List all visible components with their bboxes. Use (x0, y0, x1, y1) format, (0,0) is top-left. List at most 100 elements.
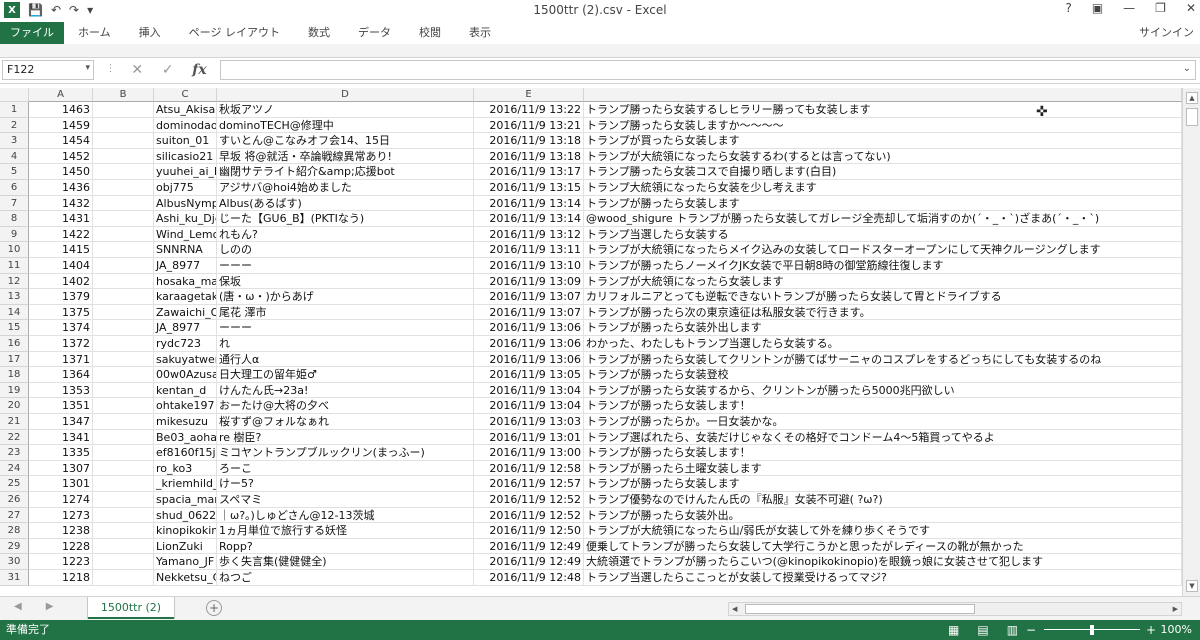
tab-data[interactable]: データ (344, 22, 405, 44)
row-header[interactable]: 26 (0, 492, 29, 508)
cell-c[interactable]: dominodaos (154, 117, 217, 134)
cell-b[interactable] (93, 148, 154, 165)
cell-e[interactable]: 2016/11/9 12:52 (474, 507, 584, 524)
cell-b[interactable] (93, 289, 154, 305)
page-layout-view-icon[interactable]: ▤ (977, 620, 988, 640)
add-sheet-icon[interactable]: + (206, 600, 222, 616)
tab-home[interactable]: ホーム (64, 22, 125, 44)
tab-review[interactable]: 校閲 (405, 22, 455, 44)
formula-input[interactable]: ⌄ (220, 60, 1196, 80)
cell-f[interactable]: 大統領選でトランプが勝ったらこいつ(@kinopikokinopio)を眼鏡っ娘… (584, 554, 1182, 570)
cell-f[interactable]: トランプ勝ったら女装するしヒラリー勝っても女装します (584, 102, 1182, 118)
cell-a[interactable]: 1436 (29, 180, 93, 196)
cell-b[interactable] (93, 226, 154, 243)
cell-a[interactable]: 1353 (29, 382, 93, 399)
column-header[interactable]: D (217, 88, 474, 102)
cell-e[interactable]: 2016/11/9 13:01 (474, 429, 584, 446)
cell-a[interactable]: 1454 (29, 133, 93, 149)
cell-f[interactable]: トランプ当選したら女装する (584, 226, 1182, 243)
cell-d[interactable]: けんたん氏→23a! (217, 382, 474, 399)
cell-f[interactable]: トランプが勝ったら次の東京遠征は私服女装で行きます。 (584, 304, 1182, 321)
cell-a[interactable]: 1415 (29, 242, 93, 258)
cell-c[interactable]: rydc723 (154, 336, 217, 352)
chevron-down-icon[interactable]: ▾ (85, 63, 90, 73)
cell-b[interactable] (93, 102, 154, 118)
row-header[interactable]: 5 (0, 164, 29, 180)
cell-f[interactable]: トランプが買ったら女装します (584, 133, 1182, 149)
cell-d[interactable]: 歩く失言集(健健健全) (217, 554, 474, 570)
row-header[interactable]: 23 (0, 445, 29, 461)
cell-a[interactable]: 1375 (29, 304, 93, 321)
cell-d[interactable]: れ (217, 336, 474, 352)
signin-link[interactable]: サインイン (1139, 22, 1194, 44)
cell-a[interactable]: 1341 (29, 429, 93, 446)
scroll-right-icon[interactable]: ▶ (1173, 603, 1178, 615)
row-header[interactable]: 30 (0, 554, 29, 570)
row-header[interactable]: 14 (0, 304, 29, 321)
cell-c[interactable]: Zawaichi_O (154, 304, 217, 321)
cell-c[interactable]: ohtake197 (154, 398, 217, 414)
scroll-up-icon[interactable]: ▲ (1186, 92, 1198, 104)
vertical-scrollbar[interactable]: ▲ ▼ (1182, 88, 1200, 596)
column-header[interactable]: A (29, 88, 93, 102)
cell-c[interactable]: sakuyatwer (154, 351, 217, 368)
cell-e[interactable]: 2016/11/9 13:22 (474, 102, 584, 118)
cell-b[interactable] (93, 211, 154, 227)
cell-f[interactable]: @wood_shigure トランプが勝ったら女装してガレージ全売却して垢消すの… (584, 211, 1182, 227)
row-header[interactable]: 16 (0, 336, 29, 352)
cell-f[interactable]: トランプ大統領になったら女装を少し考えます (584, 180, 1182, 196)
cell-c[interactable]: kentan_d (154, 382, 217, 399)
cell-f[interactable]: トランプ勝ったら女装コスで自撮り晒します(白目) (584, 164, 1182, 180)
cell-f[interactable]: トランプ勝ったら女装しますか～～～～ (584, 117, 1182, 134)
row-header[interactable]: 2 (0, 117, 29, 134)
row-header[interactable]: 10 (0, 242, 29, 258)
cell-a[interactable]: 1372 (29, 336, 93, 352)
cell-b[interactable] (93, 554, 154, 570)
cell-f[interactable]: トランプが勝ったら女装外出します (584, 320, 1182, 336)
cell-e[interactable]: 2016/11/9 13:12 (474, 226, 584, 243)
row-header[interactable]: 22 (0, 429, 29, 446)
cell-a[interactable]: 1452 (29, 148, 93, 165)
cell-b[interactable] (93, 242, 154, 258)
zoom-out-icon[interactable]: − (1026, 620, 1036, 640)
cell-e[interactable]: 2016/11/9 12:52 (474, 492, 584, 508)
cell-c[interactable]: kinopikokin (154, 523, 217, 539)
cell-e[interactable]: 2016/11/9 13:07 (474, 289, 584, 305)
cell-f[interactable]: トランプが勝ったら女装します (584, 476, 1182, 492)
cell-b[interactable] (93, 273, 154, 290)
cell-b[interactable] (93, 507, 154, 524)
help-icon[interactable]: ? (1065, 1, 1071, 15)
cell-c[interactable]: Be03_aoha (154, 429, 217, 446)
cancel-entry-icon[interactable]: ✕ (131, 62, 143, 78)
cell-c[interactable]: Atsu_Akisal (154, 102, 217, 118)
cell-a[interactable]: 1371 (29, 351, 93, 368)
cell-e[interactable]: 2016/11/9 13:09 (474, 273, 584, 290)
cell-f[interactable]: トランプが大統領になったら山/弱氏が女装して外を練り歩くそうです (584, 523, 1182, 539)
cell-a[interactable]: 1274 (29, 492, 93, 508)
cell-c[interactable]: ef8160f15j (154, 445, 217, 461)
cell-b[interactable] (93, 445, 154, 461)
cell-e[interactable]: 2016/11/9 12:49 (474, 538, 584, 555)
cell-f[interactable]: トランプが勝ったら女装します (584, 195, 1182, 212)
close-icon[interactable]: ✕ (1186, 1, 1196, 15)
row-header[interactable]: 24 (0, 460, 29, 477)
row-header[interactable]: 25 (0, 476, 29, 492)
insert-function-icon[interactable]: fx (192, 62, 206, 78)
cell-e[interactable]: 2016/11/9 13:14 (474, 195, 584, 212)
cell-b[interactable] (93, 258, 154, 274)
cell-e[interactable]: 2016/11/9 13:15 (474, 180, 584, 196)
cell-f[interactable]: トランプが大統領になったらメイク込みの女装してロードスターオープンにして天神クル… (584, 242, 1182, 258)
select-all-corner[interactable] (0, 88, 29, 102)
cell-b[interactable] (93, 476, 154, 492)
cell-e[interactable]: 2016/11/9 13:21 (474, 117, 584, 134)
cell-a[interactable]: 1223 (29, 554, 93, 570)
cell-a[interactable]: 1459 (29, 117, 93, 134)
cell-e[interactable]: 2016/11/9 13:11 (474, 242, 584, 258)
cell-c[interactable]: suiton_01 (154, 133, 217, 149)
cell-a[interactable]: 1463 (29, 102, 93, 118)
cell-b[interactable] (93, 351, 154, 368)
cell-f[interactable]: トランプ選ばれたら、女装だけじゃなくその格好でコンドーム4～5箱買ってやるよ (584, 429, 1182, 446)
cell-c[interactable]: obj775 (154, 180, 217, 196)
row-header[interactable]: 12 (0, 273, 29, 290)
cell-d[interactable]: 尾花 澤市 (217, 304, 474, 321)
